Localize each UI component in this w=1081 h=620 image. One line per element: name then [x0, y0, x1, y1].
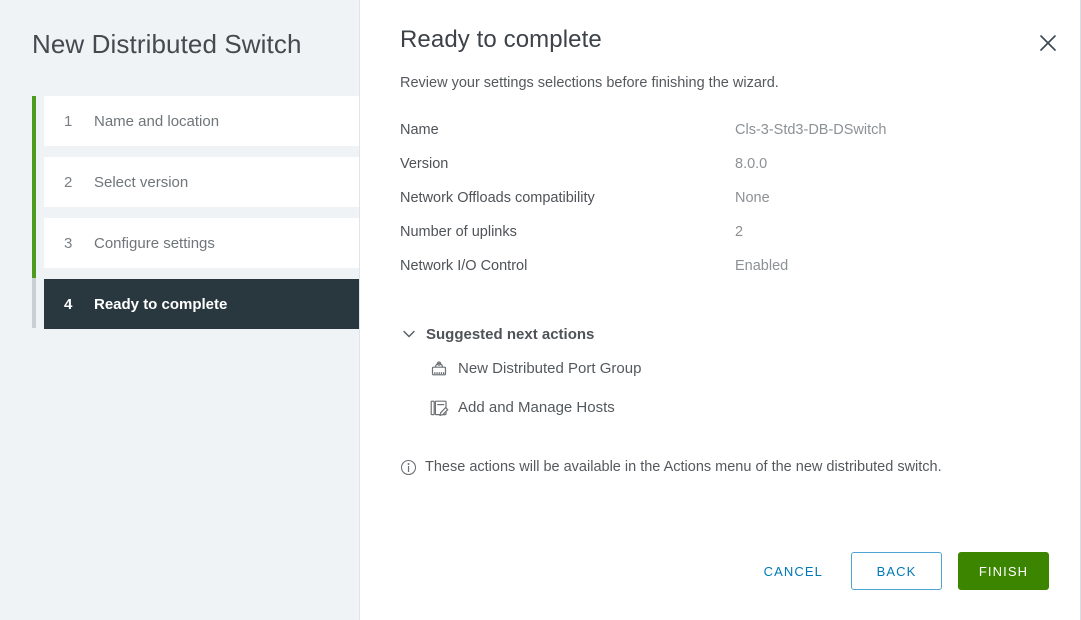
summary-label: Version	[400, 156, 449, 172]
suggested-next-actions-section: Suggested next actions New Distributed P…	[400, 325, 1040, 433]
new-distributed-switch-wizard: New Distributed Switch 1 Name and locati…	[0, 0, 1081, 620]
sidebar-step-ready-to-complete[interactable]: 4 Ready to complete	[44, 279, 359, 329]
close-icon[interactable]	[1035, 30, 1061, 56]
summary-label: Network I/O Control	[400, 258, 528, 274]
summary-row-version: Version 8.0.0	[400, 154, 1020, 174]
back-button[interactable]: BACK	[851, 552, 942, 590]
cancel-button[interactable]: CANCEL	[750, 554, 837, 588]
summary-label: Name	[400, 122, 439, 138]
step-number: 3	[64, 234, 73, 252]
port-group-icon	[428, 358, 450, 380]
summary-value: 2	[735, 224, 744, 240]
finish-button[interactable]: FINISH	[958, 552, 1049, 590]
info-note-text: These actions will be available in the A…	[425, 459, 942, 475]
action-new-distributed-port-group[interactable]: New Distributed Port Group	[428, 355, 1040, 382]
wizard-content: Ready to complete Review your settings s…	[360, 0, 1080, 620]
action-add-and-manage-hosts[interactable]: Add and Manage Hosts	[428, 394, 1040, 421]
summary-label: Network Offloads compatibility	[400, 190, 595, 206]
step-label: Name and location	[94, 112, 220, 130]
wizard-title: New Distributed Switch	[32, 29, 302, 59]
chevron-down-icon	[400, 325, 418, 343]
summary-row-network-io-control: Network I/O Control Enabled	[400, 256, 1020, 276]
step-number: 2	[64, 173, 73, 191]
summary-row-number-of-uplinks: Number of uplinks 2	[400, 222, 1020, 242]
summary-table: Name Cls-3-Std3-DB-DSwitch Version 8.0.0…	[400, 120, 1020, 290]
suggested-action-list: New Distributed Port Group Add and Manag…	[400, 355, 1040, 421]
wizard-footer: CANCEL BACK FINISH	[750, 552, 1049, 590]
info-icon	[400, 459, 417, 476]
wizard-sidebar: New Distributed Switch 1 Name and locati…	[0, 0, 360, 620]
step-rail-progress	[32, 96, 36, 278]
add-manage-hosts-icon	[428, 397, 450, 419]
summary-value: None	[735, 190, 770, 206]
action-label: New Distributed Port Group	[458, 360, 642, 377]
step-number: 1	[64, 112, 73, 130]
suggested-next-actions-heading: Suggested next actions	[426, 325, 595, 343]
summary-row-name: Name Cls-3-Std3-DB-DSwitch	[400, 120, 1020, 140]
step-rail	[32, 96, 36, 328]
step-label: Ready to complete	[94, 295, 228, 313]
step-label: Select version	[94, 173, 189, 191]
action-label: Add and Manage Hosts	[458, 399, 615, 416]
summary-value: Enabled	[735, 258, 789, 274]
sidebar-step-select-version[interactable]: 2 Select version	[44, 157, 359, 207]
page-subtitle: Review your settings selections before f…	[400, 75, 779, 91]
sidebar-step-configure-settings[interactable]: 3 Configure settings	[44, 218, 359, 268]
suggested-next-actions-toggle[interactable]: Suggested next actions	[400, 325, 1040, 343]
summary-row-network-offloads-compatibility: Network Offloads compatibility None	[400, 188, 1020, 208]
summary-value: 8.0.0	[735, 156, 768, 172]
wizard-step-list: 1 Name and location 2 Select version 3 C…	[32, 96, 359, 340]
step-number: 4	[64, 295, 73, 313]
info-note: These actions will be available in the A…	[400, 457, 1018, 478]
sidebar-step-name-and-location[interactable]: 1 Name and location	[44, 96, 359, 146]
page-title: Ready to complete	[400, 26, 602, 53]
summary-label: Number of uplinks	[400, 224, 517, 240]
step-label: Configure settings	[94, 234, 215, 252]
summary-value: Cls-3-Std3-DB-DSwitch	[735, 122, 887, 138]
